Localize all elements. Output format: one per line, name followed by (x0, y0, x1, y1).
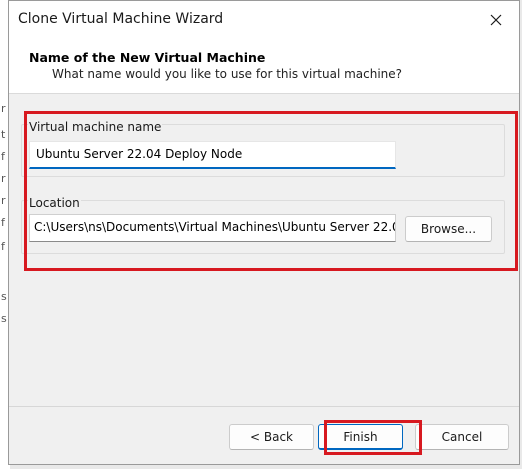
background-text-fragment: f (1, 216, 5, 229)
title-bar[interactable]: Clone Virtual Machine Wizard (9, 1, 519, 39)
cancel-button[interactable]: Cancel (415, 424, 509, 450)
background-text-fragment: f (1, 240, 5, 253)
finish-button[interactable]: Finish (318, 424, 403, 450)
location-input[interactable]: C:\Users\ns\Documents\Virtual Machines\U… (29, 214, 396, 242)
background-text-fragment: s (1, 312, 7, 325)
close-button[interactable] (473, 1, 519, 39)
background-text-fragment: r (1, 172, 6, 185)
location-label: Location (28, 196, 81, 210)
close-icon (490, 14, 502, 26)
footer-divider (9, 406, 519, 407)
vm-name-label: Virtual machine name (28, 120, 163, 134)
page-subtitle: What name would you like to use for this… (52, 67, 403, 81)
wizard-header: Name of the New Virtual Machine What nam… (9, 39, 519, 94)
page-title: Name of the New Virtual Machine (29, 50, 266, 65)
background-text-fragment: f (1, 150, 5, 163)
background-text-fragment: r (1, 194, 6, 207)
browse-button[interactable]: Browse... (405, 216, 492, 242)
vm-name-input[interactable]: Ubuntu Server 22.04 Deploy Node (29, 141, 396, 169)
back-button[interactable]: < Back (229, 424, 314, 450)
window-title: Clone Virtual Machine Wizard (18, 11, 224, 27)
background-text-fragment: r (1, 102, 6, 115)
background-text-fragment: s (1, 290, 7, 303)
clone-wizard-dialog: Clone Virtual Machine Wizard Name of the… (8, 0, 520, 465)
background-text-fragment: t (1, 128, 6, 141)
